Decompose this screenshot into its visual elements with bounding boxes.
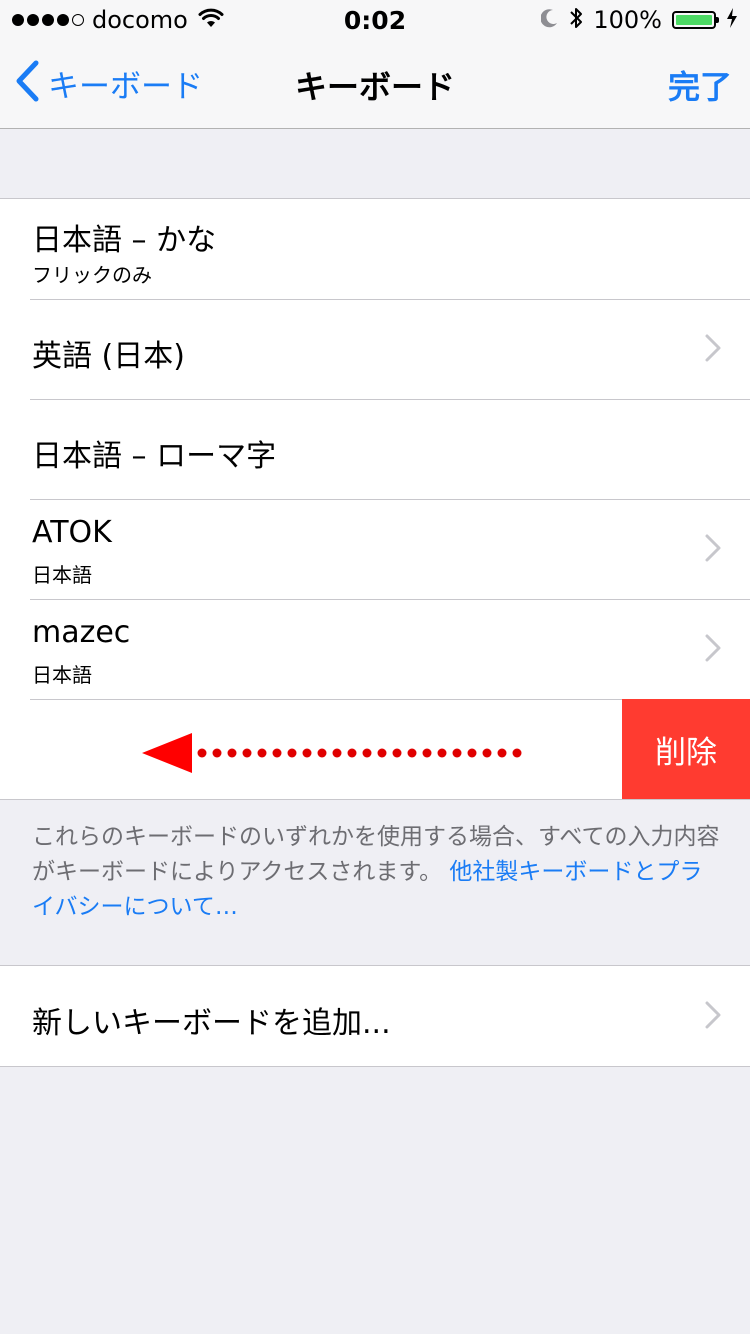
battery-fill: [676, 15, 712, 25]
moon-icon: [540, 8, 559, 32]
done-button[interactable]: 完了: [668, 62, 732, 108]
page-title: キーボード: [294, 68, 455, 106]
add-keyboard-label: 新しいキーボードを追加...: [32, 1006, 391, 1041]
status-right: 100%: [540, 6, 738, 34]
battery-icon: [672, 11, 719, 29]
keyboard-row-english[interactable]: 英語 (日本): [0, 299, 750, 399]
status-bar: docomo 0:02 100%: [0, 0, 750, 40]
keyboard-subtitle: 日本語: [32, 563, 92, 587]
keyboard-list: 日本語 – かな フリックのみ 英語 (日本) 日本語 – ローマ字 ATOK …: [0, 198, 750, 800]
keyboard-row-swiped[interactable]: 削除: [0, 699, 750, 799]
keyboard-row-kana[interactable]: 日本語 – かな フリックのみ: [0, 199, 750, 299]
bluetooth-icon: [569, 6, 583, 34]
keyboard-title: 日本語 – かな: [32, 223, 217, 258]
battery-percent: 100%: [593, 6, 662, 34]
chevron-right-icon: [704, 333, 722, 367]
delete-button[interactable]: 削除: [622, 699, 750, 799]
add-keyboard-row[interactable]: 新しいキーボードを追加...: [0, 966, 750, 1066]
charging-icon: [726, 7, 738, 33]
keyboard-subtitle: フリックのみ: [32, 263, 152, 287]
keyboard-row-mazec[interactable]: mazec 日本語: [0, 599, 750, 699]
keyboard-title: 英語 (日本): [32, 339, 185, 374]
chevron-right-icon: [704, 1000, 722, 1034]
chevron-right-icon: [704, 633, 722, 667]
keyboard-title: mazec: [32, 615, 131, 650]
keyboard-row-romaji[interactable]: 日本語 – ローマ字: [0, 399, 750, 499]
keyboard-title: ATOK: [32, 515, 112, 550]
add-keyboard-section: 新しいキーボードを追加...: [0, 965, 750, 1067]
privacy-footer: これらのキーボードのいずれかを使用する場合、すべての入力内容がキーボードによりア…: [32, 820, 722, 925]
keyboard-subtitle: 日本語: [32, 663, 92, 687]
keyboard-title: 日本語 – ローマ字: [32, 439, 277, 474]
chevron-right-icon: [704, 533, 722, 567]
navigation-bar: キーボード キーボード 完了: [0, 40, 750, 129]
swipe-left-arrow-icon: [142, 733, 524, 777]
keyboard-row-atok[interactable]: ATOK 日本語: [0, 499, 750, 599]
